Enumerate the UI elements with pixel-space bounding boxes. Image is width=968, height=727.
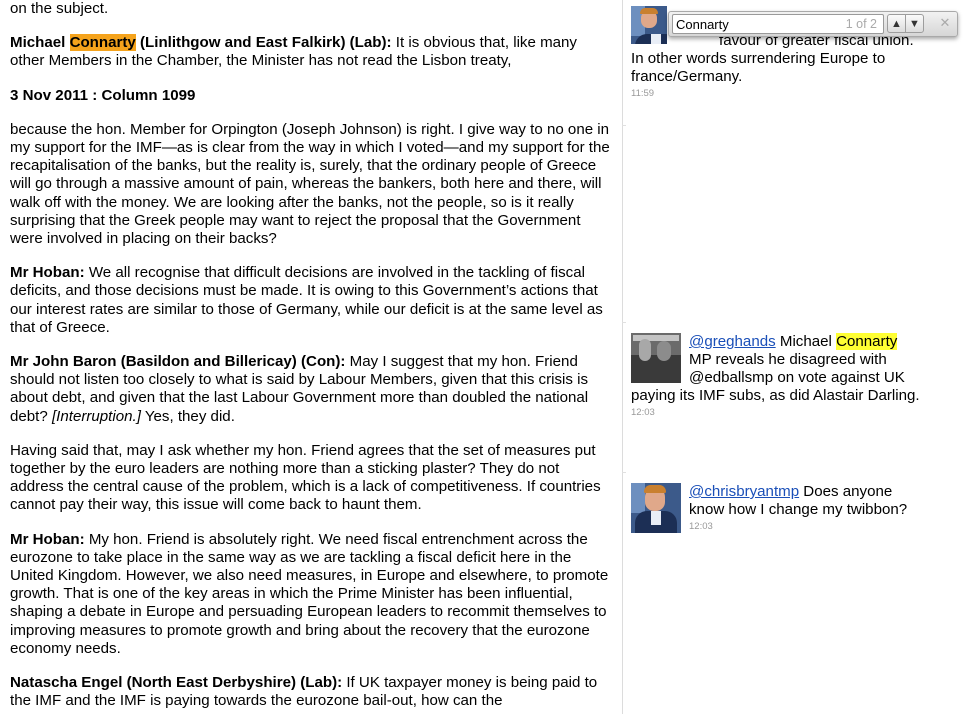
mention-link-chrisbryantmp[interactable]: @chrisbryantmp [689, 483, 799, 500]
sidebar-divider [622, 0, 623, 714]
hansard-transcript: on the subject. Michael Connarty (Linlit… [10, 0, 610, 727]
mention-link-greghands[interactable]: @greghands [689, 333, 776, 350]
find-bar: 1 of 2 ▲ ▼ ✕ [668, 11, 958, 37]
paragraph-text: Having said that, may I ask whether my h… [10, 441, 601, 514]
tweet-separator [622, 322, 626, 323]
chevron-down-icon: ▼ [909, 18, 920, 30]
tweet-separator [622, 125, 626, 126]
tweet-separator [622, 472, 626, 473]
find-highlight: Connarty [836, 333, 898, 350]
column-heading: 3 Nov 2011 : Column 1099 [10, 86, 196, 104]
avatar[interactable] [631, 483, 681, 533]
avatar[interactable] [631, 6, 667, 44]
speaker-name: Michael Connarty (Linlithgow and East Fa… [10, 34, 392, 52]
paragraph-hoban-2: Mr Hoban: My hon. Friend is absolutely r… [10, 530, 609, 657]
paragraph-intro-tail: on the subject. [10, 0, 109, 17]
interruption-note: [Interruption.] [51, 407, 141, 425]
find-input[interactable] [673, 15, 826, 33]
paragraph-baron: Mr John Baron (Basildon and Billericay) … [10, 353, 589, 425]
paragraph-engel: Natascha Engel (North East Derbyshire) (… [10, 674, 598, 710]
tweet-item: @chrisbryantmp Does anyone know how I ch… [631, 483, 921, 533]
speaker-name: Mr John Baron (Basildon and Billericay) … [10, 353, 346, 371]
close-icon: ✕ [939, 15, 951, 30]
speaker-name: Mr Hoban: [10, 530, 85, 548]
paragraph-connarty: Michael Connarty (Linlithgow and East Fa… [10, 34, 577, 70]
speaker-name: Natascha Engel (North East Derbyshire) (… [10, 674, 343, 692]
match-count: 1 of 2 [845, 17, 877, 31]
paragraph-hoban-1: Mr Hoban: We all recognise that difficul… [10, 264, 603, 336]
speaker-name: Mr Hoban: [10, 264, 85, 282]
close-find-button[interactable]: ✕ [937, 15, 953, 31]
avatar[interactable] [631, 333, 681, 383]
next-match-button[interactable]: ▼ [905, 14, 924, 33]
chevron-up-icon: ▲ [891, 18, 902, 30]
find-field: 1 of 2 [672, 14, 884, 34]
previous-match-button[interactable]: ▲ [887, 14, 906, 33]
find-highlight-current: Connarty [69, 34, 136, 52]
tweet-item: @greghands Michael Connarty MP reveals h… [631, 333, 921, 419]
tweet-timestamp[interactable]: 11:59 [631, 88, 921, 100]
tweet-timestamp[interactable]: 12:03 [631, 407, 921, 419]
paragraph-text: because the hon. Member for Orpington (J… [10, 120, 610, 248]
